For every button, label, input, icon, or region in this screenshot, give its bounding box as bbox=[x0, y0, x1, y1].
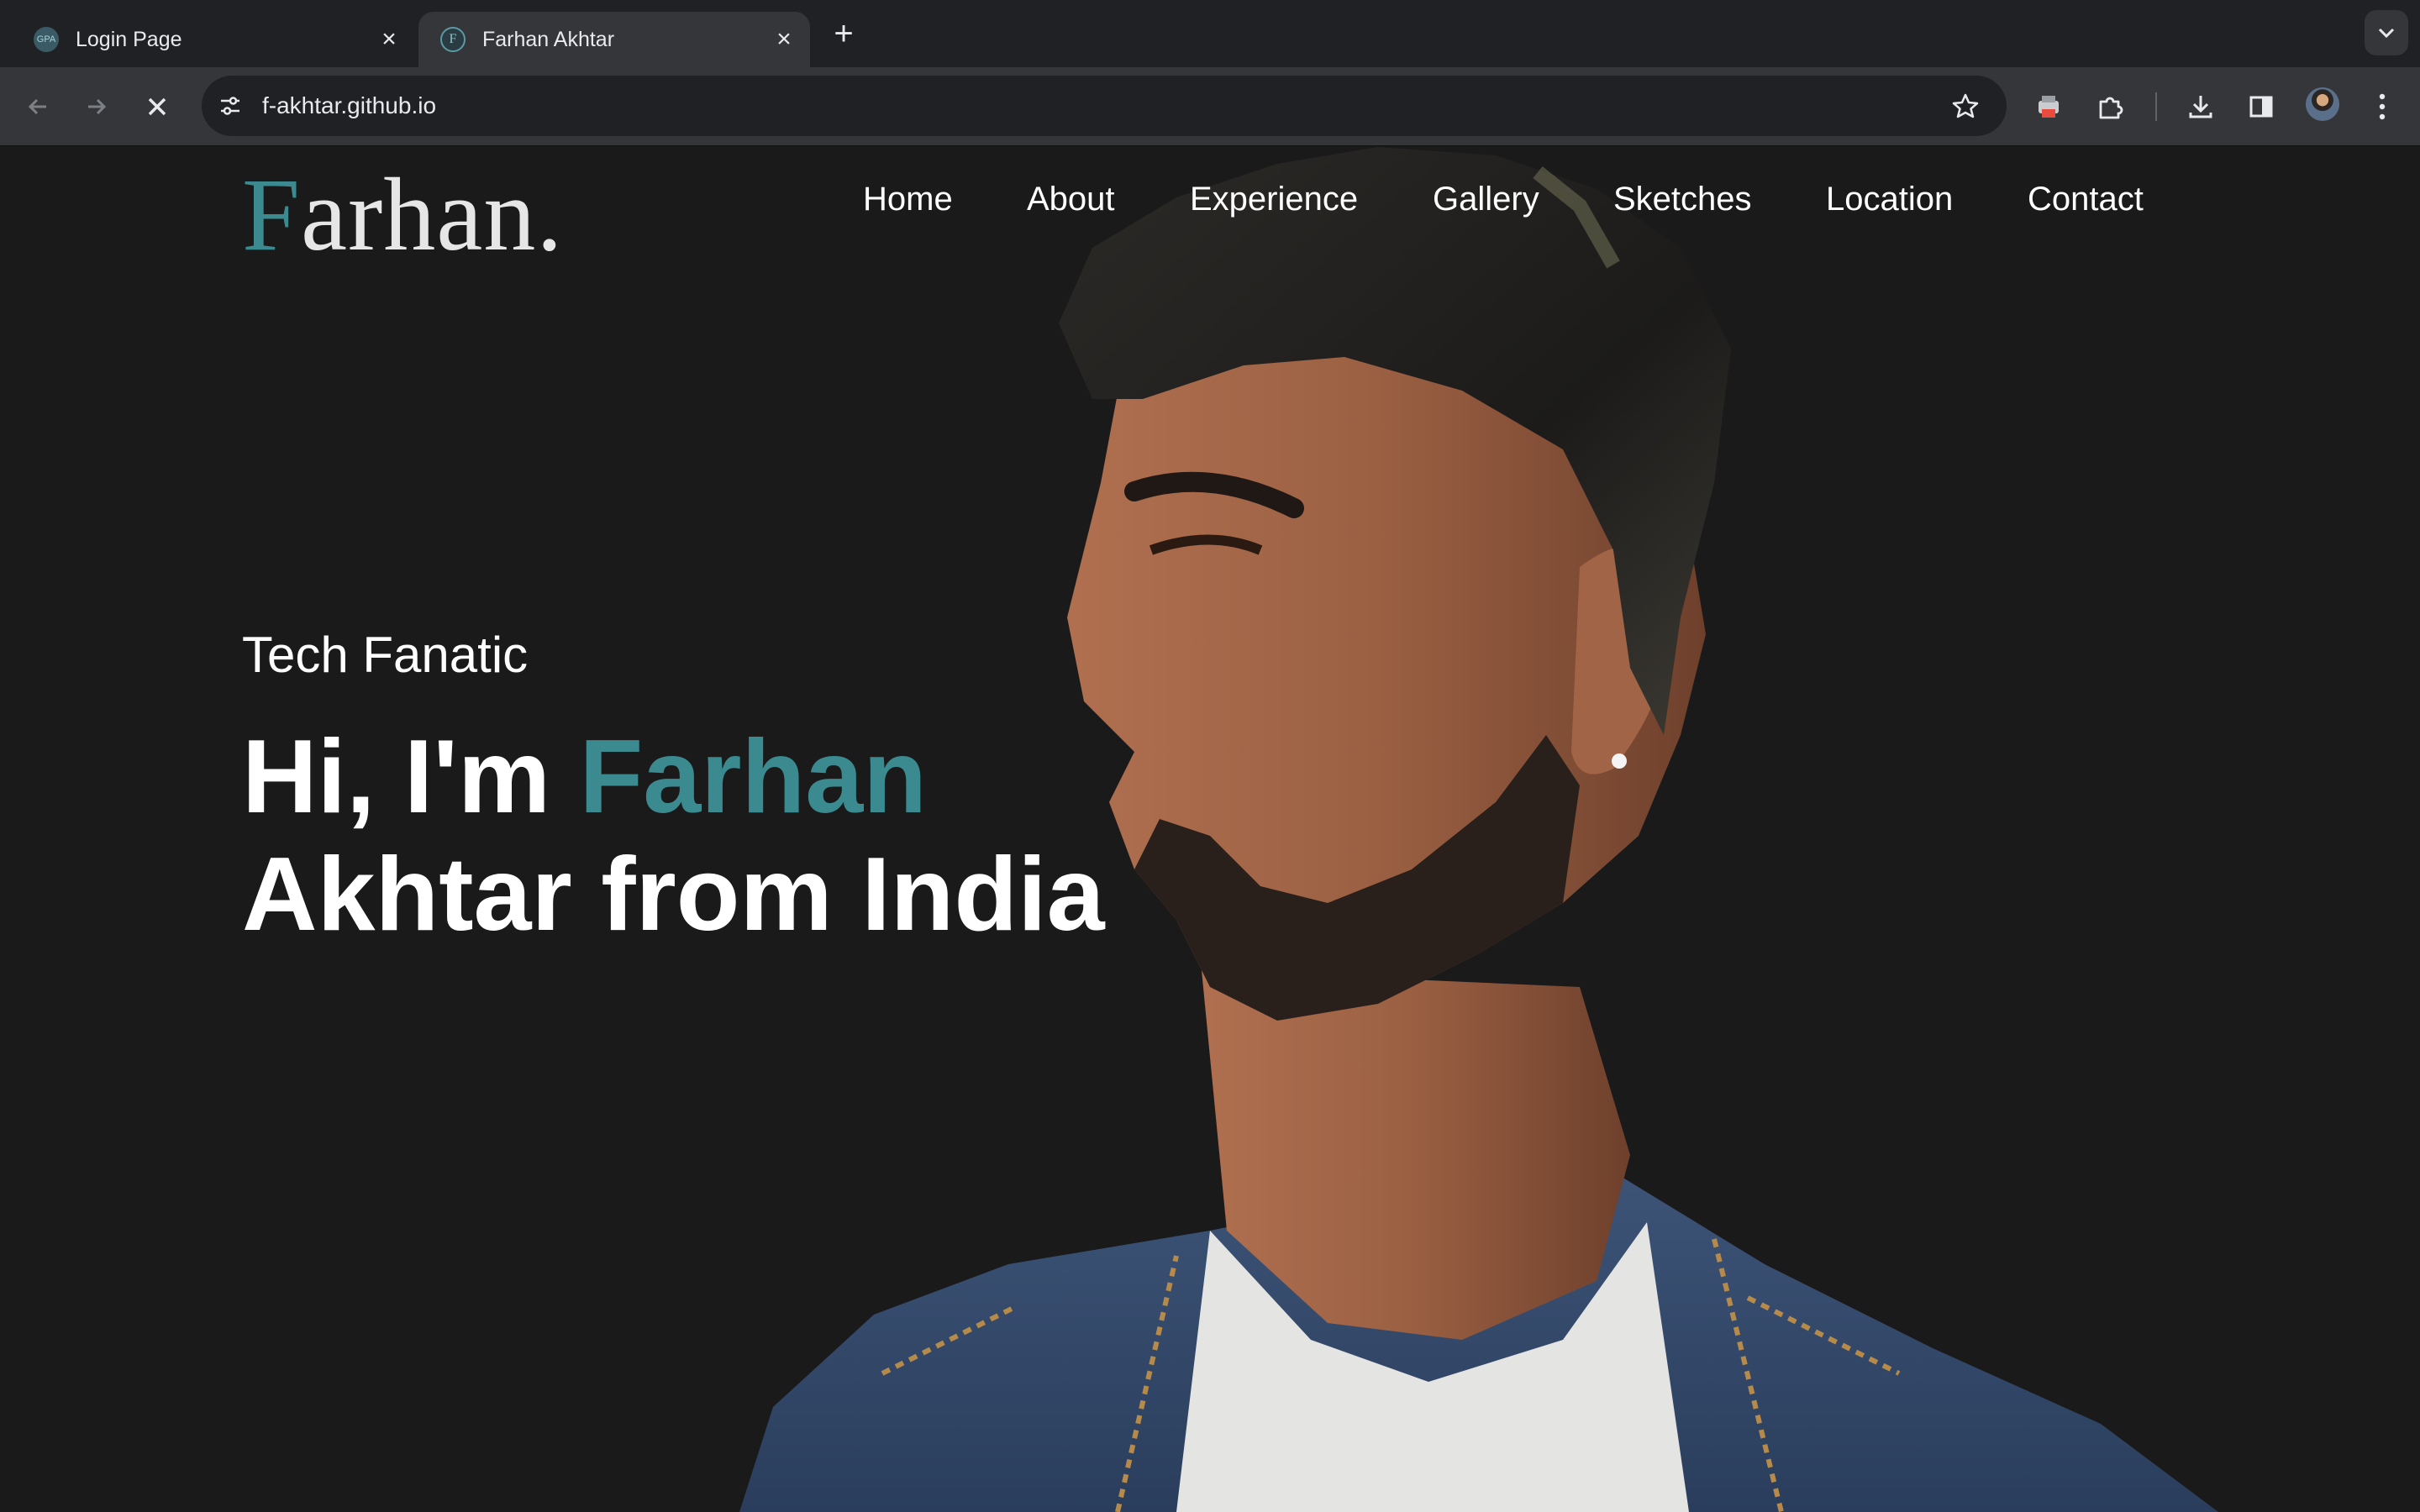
extensions-button[interactable] bbox=[2090, 86, 2132, 128]
downloads-button[interactable] bbox=[2180, 86, 2222, 128]
new-tab-button[interactable]: + bbox=[827, 17, 860, 50]
tab-strip: GPA Login Page × F Farhan Akhtar × + bbox=[0, 0, 2420, 67]
gpa-favicon-icon: GPA bbox=[34, 27, 59, 52]
tab-search-button[interactable] bbox=[2365, 10, 2408, 55]
stop-loading-icon bbox=[148, 97, 166, 116]
forward-button[interactable] bbox=[76, 86, 118, 128]
nav-about[interactable]: About bbox=[1027, 181, 1115, 218]
hero-first-name: Farhan bbox=[579, 719, 927, 835]
address-bar[interactable]: f-akhtar.github.io bbox=[202, 76, 2007, 136]
hero-greeting: Hi, I'm bbox=[242, 719, 580, 835]
stop-button[interactable] bbox=[136, 86, 178, 128]
back-button[interactable] bbox=[17, 86, 59, 128]
browser-menu-button[interactable] bbox=[2361, 86, 2403, 128]
site-info-icon[interactable] bbox=[213, 89, 247, 123]
side-panel-button[interactable] bbox=[2240, 86, 2282, 128]
url-text[interactable]: f-akhtar.github.io bbox=[262, 92, 1946, 119]
tab-login-page[interactable]: GPA Login Page × bbox=[12, 12, 415, 67]
close-icon[interactable]: × bbox=[770, 25, 798, 54]
tab-title: Login Page bbox=[76, 27, 182, 51]
download-icon bbox=[2189, 96, 2212, 118]
site-logo[interactable]: Farhan. bbox=[242, 155, 563, 275]
browser-toolbar: f-akhtar.github.io bbox=[0, 67, 2420, 146]
chevron-down-icon bbox=[2378, 28, 2395, 39]
webpage: Farhan. Home About Experience Gallery Sk… bbox=[0, 147, 2420, 1512]
forward-arrow-icon bbox=[88, 98, 107, 115]
nav-sketches[interactable]: Sketches bbox=[1613, 181, 1752, 218]
hero-tagline: Tech Fanatic bbox=[242, 627, 529, 683]
tab-farhan-akhtar[interactable]: F Farhan Akhtar × bbox=[418, 12, 810, 67]
printer-extension-icon bbox=[2039, 96, 2059, 118]
star-icon[interactable] bbox=[1946, 87, 1985, 125]
nav-location[interactable]: Location bbox=[1826, 181, 1953, 218]
nav-gallery[interactable]: Gallery bbox=[1433, 181, 1539, 218]
nav-experience[interactable]: Experience bbox=[1190, 181, 1358, 218]
close-icon[interactable]: × bbox=[375, 25, 403, 54]
tab-title: Farhan Akhtar bbox=[482, 27, 615, 51]
kebab-menu-icon bbox=[2379, 93, 2386, 120]
hero-rest-line: Akhtar from India bbox=[242, 837, 1105, 953]
printer-extension-button[interactable] bbox=[2028, 86, 2070, 128]
f-favicon-icon: F bbox=[440, 27, 466, 52]
hero-headline: Hi, I'm Farhan Akhtar from India bbox=[242, 718, 1105, 953]
logo-rest: arhan. bbox=[300, 157, 564, 272]
toolbar-separator bbox=[2155, 92, 2157, 121]
side-panel-icon bbox=[2249, 96, 2273, 118]
puzzle-piece-icon bbox=[2099, 97, 2123, 119]
nav-home[interactable]: Home bbox=[863, 181, 953, 218]
back-arrow-icon bbox=[28, 98, 46, 115]
logo-initial: F bbox=[242, 157, 301, 272]
nav-contact[interactable]: Contact bbox=[2028, 181, 2144, 218]
profile-avatar[interactable] bbox=[2306, 87, 2339, 121]
